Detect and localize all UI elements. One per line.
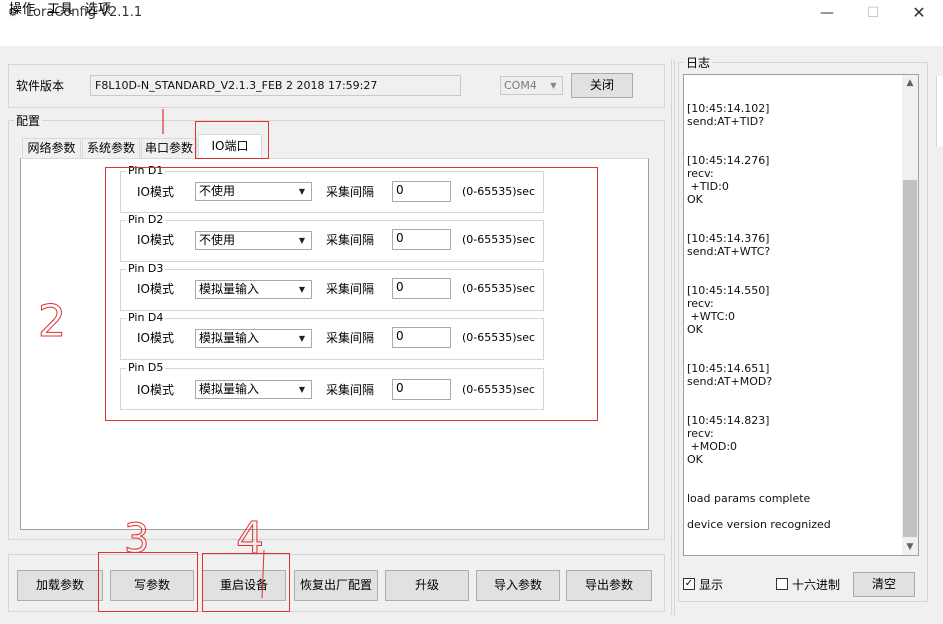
load-params-button[interactable]: 加载参数 [17,570,103,601]
log-line: recv: [687,297,714,310]
annotation-box-write [98,552,198,612]
scroll-thumb[interactable] [903,180,917,537]
factory-reset-button[interactable]: 恢复出厂配置 [294,570,378,601]
maximize-button[interactable]: ☐ [850,0,896,26]
version-label: 软件版本 [16,79,65,93]
tab-network-params[interactable]: 网络参数 [22,138,81,158]
minimize-button[interactable]: — [804,0,850,26]
config-label: 配置 [14,113,43,129]
annotation-box-io-tab [195,121,269,159]
log-line: +MOD:0 [687,440,738,453]
tab-serial-params[interactable]: 串口参数 [141,138,197,158]
log-line: load params complete [687,492,811,505]
chevron-down-icon[interactable]: ▼ [545,77,562,94]
scroll-down-icon[interactable]: ▼ [902,539,918,555]
log-line: +WTC:0 [687,310,736,323]
menu-operation[interactable]: 操作 [9,1,35,19]
log-line: device version recognized [687,518,831,531]
hex-label: 十六进制 [792,578,841,592]
import-params-button[interactable]: 导入参数 [476,570,560,601]
annotation-box-restart [202,553,290,612]
annotation-box-pins [105,167,598,421]
hex-checkbox[interactable] [776,578,788,590]
upgrade-button[interactable]: 升级 [385,570,469,601]
menu-bar [0,26,943,46]
log-line: recv: [687,167,714,180]
export-params-button[interactable]: 导出参数 [566,570,652,601]
clear-log-button[interactable]: 清空 [853,572,915,597]
log-line: OK [687,453,703,466]
close-port-button[interactable]: 关闭 [571,73,633,98]
log-line: send:AT+WTC? [687,245,771,258]
log-line: OK [687,193,703,206]
log-line: recv: [687,427,714,440]
log-line: [10:45:14.102] [687,102,770,115]
log-line: [10:45:14.276] [687,154,770,167]
show-label: 显示 [699,578,724,592]
tab-system-params[interactable]: 系统参数 [82,138,140,158]
pane-splitter[interactable] [671,60,675,615]
scroll-up-icon[interactable]: ▲ [902,75,918,91]
log-line: send:AT+TID? [687,115,765,128]
version-field: F8L10D-N_STANDARD_V2.1.3_FEB 2 2018 17:5… [90,75,461,96]
log-line: +TID:0 [687,180,729,193]
log-line: [10:45:14.550] [687,284,770,297]
show-checkbox[interactable]: ✓ [683,578,695,590]
log-line: send:AT+MOD? [687,375,773,388]
log-line: [10:45:14.651] [687,362,770,375]
menu-tools[interactable]: 工具 [47,1,73,19]
menu-options[interactable]: 选项 [85,1,111,19]
close-window-button[interactable]: ✕ [896,0,942,26]
log-label: 日志 [684,55,713,71]
log-line: OK [687,323,703,336]
log-line: [10:45:14.823] [687,414,770,427]
log-line: [10:45:14.376] [687,232,770,245]
background-window-edge [936,76,943,146]
